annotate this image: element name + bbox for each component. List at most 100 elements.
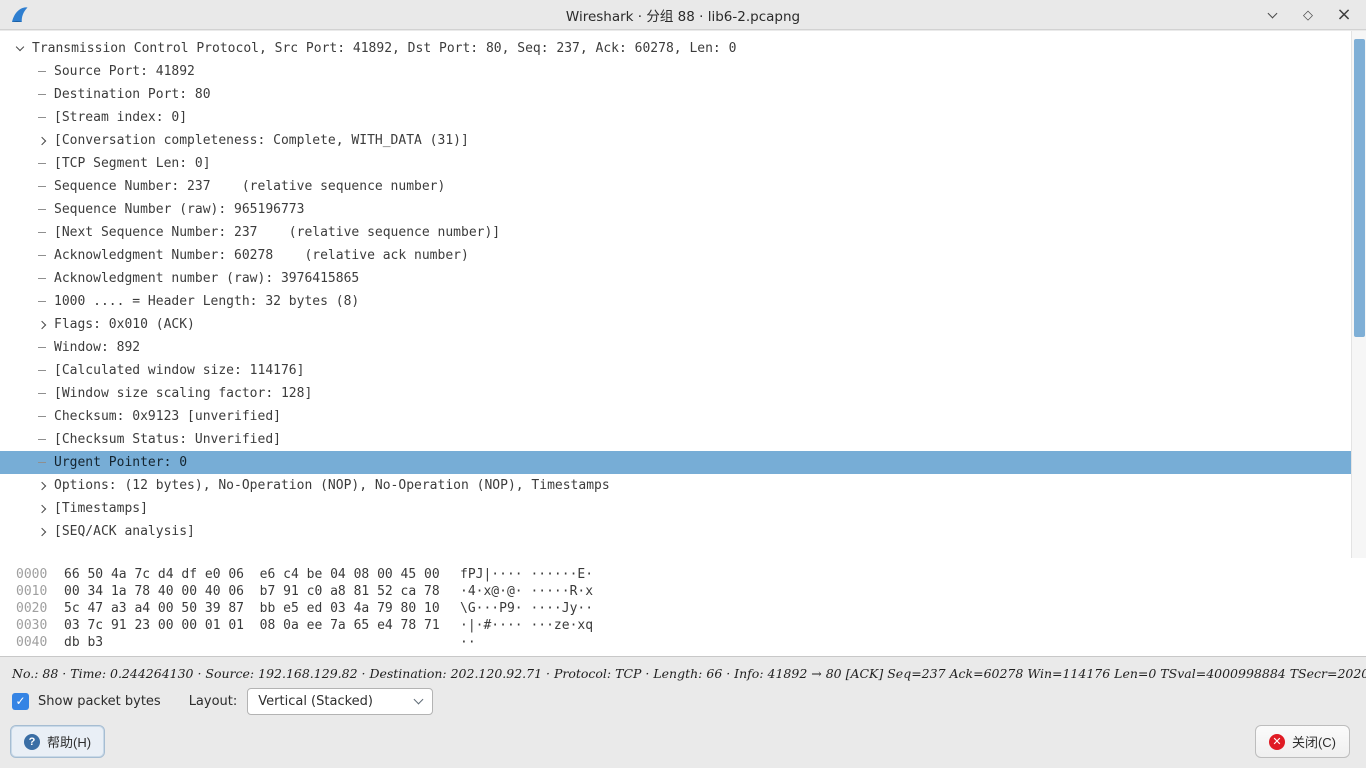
tree-item-label: [Conversation completeness: Complete, WI…	[54, 133, 469, 148]
hex-offset: 0000	[16, 566, 64, 583]
hex-row[interactable]: 003003 7c 91 23 00 00 01 01 08 0a ee 7a …	[0, 617, 1366, 634]
tree-row[interactable]: Destination Port: 80	[0, 83, 1351, 106]
hex-ascii[interactable]: ·4·x@·@· ·····R·x	[460, 583, 593, 600]
tree-branch-tick	[32, 301, 52, 302]
hex-ascii[interactable]: \G···P9· ····Jy··	[460, 600, 593, 617]
tree-row[interactable]: Sequence Number (raw): 965196773	[0, 198, 1351, 221]
tree-row[interactable]: Urgent Pointer: 0	[0, 451, 1351, 474]
maximize-button[interactable]: ◇	[1300, 7, 1316, 23]
close-icon: ×	[1336, 6, 1351, 24]
tree-branch-tick	[32, 370, 52, 371]
tree-item-label: 1000 .... = Header Length: 32 bytes (8)	[54, 294, 359, 309]
packet-bytes-pane: 000066 50 4a 7c d4 df e0 06 e6 c4 be 04 …	[0, 558, 1366, 657]
tree-row[interactable]: 1000 .... = Header Length: 32 bytes (8)	[0, 290, 1351, 313]
hex-bytes[interactable]: 03 7c 91 23 00 00 01 01 08 0a ee 7a 65 e…	[64, 617, 460, 634]
tree-item-label: [Timestamps]	[54, 501, 148, 516]
tree-branch-tick	[32, 186, 52, 187]
footer-controls: ✓ Show packet bytes Layout: Vertical (St…	[12, 687, 1354, 715]
scrollbar-thumb[interactable]	[1354, 39, 1365, 337]
tree-row[interactable]: Flags: 0x010 (ACK)	[0, 313, 1351, 336]
tree-row[interactable]: [SEQ/ACK analysis]	[0, 520, 1351, 543]
hex-bytes[interactable]: 66 50 4a 7c d4 df e0 06 e6 c4 be 04 08 0…	[64, 566, 460, 583]
hex-ascii[interactable]: fPJ|···· ······E·	[460, 566, 593, 583]
tree-branch-tick	[32, 347, 52, 348]
minimize-button[interactable]	[1264, 7, 1280, 23]
maximize-icon: ◇	[1303, 9, 1313, 22]
tree-item-label: [Stream index: 0]	[54, 110, 187, 125]
tree-row[interactable]: [Next Sequence Number: 237 (relative seq…	[0, 221, 1351, 244]
show-packet-bytes-checkbox[interactable]: ✓	[12, 693, 29, 710]
tree-row[interactable]: [Calculated window size: 114176]	[0, 359, 1351, 382]
tree-item-label: Sequence Number: 237 (relative sequence …	[54, 179, 445, 194]
tree-row[interactable]: [TCP Segment Len: 0]	[0, 152, 1351, 175]
chevron-right-icon[interactable]	[32, 483, 52, 489]
hex-dump: 000066 50 4a 7c d4 df e0 06 e6 c4 be 04 …	[0, 566, 1366, 651]
hex-row[interactable]: 00205c 47 a3 a4 00 50 39 87 bb e5 ed 03 …	[0, 600, 1366, 617]
tree-row[interactable]: [Window size scaling factor: 128]	[0, 382, 1351, 405]
close-button-label: 关闭(C)	[1292, 732, 1336, 751]
tree-row[interactable]: Sequence Number: 237 (relative sequence …	[0, 175, 1351, 198]
chevron-right-icon[interactable]	[32, 506, 52, 512]
help-button[interactable]: ? 帮助(H)	[10, 725, 105, 758]
layout-select-value: Vertical (Stacked)	[258, 694, 415, 709]
window-title: Wireshark · 分组 88 · lib6-2.pcapng	[566, 5, 800, 25]
window-controls: ◇ ×	[1264, 0, 1352, 30]
tree-item-label: Source Port: 41892	[54, 64, 195, 79]
tree-row[interactable]: Acknowledgment number (raw): 3976415865	[0, 267, 1351, 290]
tree-item-label: [TCP Segment Len: 0]	[54, 156, 211, 171]
chevron-down-icon[interactable]	[10, 47, 30, 50]
tree-branch-tick	[32, 71, 52, 72]
tree-row[interactable]: Transmission Control Protocol, Src Port:…	[0, 37, 1351, 60]
hex-bytes[interactable]: 5c 47 a3 a4 00 50 39 87 bb e5 ed 03 4a 7…	[64, 600, 460, 617]
tree-row[interactable]: Acknowledgment Number: 60278 (relative a…	[0, 244, 1351, 267]
tree-branch-tick	[32, 393, 52, 394]
close-circle-icon: ✕	[1269, 734, 1285, 750]
titlebar: Wireshark · 分组 88 · lib6-2.pcapng ◇ ×	[0, 0, 1366, 30]
hex-ascii[interactable]: ··	[460, 634, 476, 651]
tree-row[interactable]: Checksum: 0x9123 [unverified]	[0, 405, 1351, 428]
tree-item-label: Acknowledgment number (raw): 3976415865	[54, 271, 359, 286]
tree-branch-tick	[32, 416, 52, 417]
hex-bytes[interactable]: db b3	[64, 634, 460, 651]
tree-branch-tick	[32, 209, 52, 210]
tree-row[interactable]: [Timestamps]	[0, 497, 1351, 520]
tree-branch-tick	[32, 117, 52, 118]
protocol-tree: Transmission Control Protocol, Src Port:…	[0, 37, 1351, 543]
show-packet-bytes-label: Show packet bytes	[38, 694, 161, 709]
chevron-down-icon	[1267, 9, 1277, 19]
tree-item-label: Destination Port: 80	[54, 87, 211, 102]
tree-branch-tick	[32, 278, 52, 279]
packet-detail-pane: Transmission Control Protocol, Src Port:…	[0, 31, 1366, 558]
tree-item-label: Transmission Control Protocol, Src Port:…	[32, 41, 736, 56]
hex-offset: 0020	[16, 600, 64, 617]
hex-row[interactable]: 0040db b3··	[0, 634, 1366, 651]
scrollbar[interactable]	[1351, 31, 1366, 558]
help-button-label: 帮助(H)	[47, 732, 91, 751]
close-window-button[interactable]: ×	[1336, 7, 1352, 23]
tree-row[interactable]: [Checksum Status: Unverified]	[0, 428, 1351, 451]
checkmark-icon: ✓	[15, 694, 25, 708]
tree-row[interactable]: Source Port: 41892	[0, 60, 1351, 83]
tree-branch-tick	[32, 439, 52, 440]
layout-select[interactable]: Vertical (Stacked)	[247, 688, 433, 715]
hex-offset: 0030	[16, 617, 64, 634]
hex-row[interactable]: 000066 50 4a 7c d4 df e0 06 e6 c4 be 04 …	[0, 566, 1366, 583]
chevron-right-icon[interactable]	[32, 322, 52, 328]
close-dialog-button[interactable]: ✕ 关闭(C)	[1255, 725, 1350, 758]
packet-summary: No.: 88 · Time: 0.244264130 · Source: 19…	[12, 666, 1366, 681]
chevron-right-icon[interactable]	[32, 138, 52, 144]
tree-item-label: Flags: 0x010 (ACK)	[54, 317, 195, 332]
tree-item-label: Acknowledgment Number: 60278 (relative a…	[54, 248, 469, 263]
tree-row[interactable]: [Stream index: 0]	[0, 106, 1351, 129]
tree-row[interactable]: [Conversation completeness: Complete, WI…	[0, 129, 1351, 152]
chevron-right-icon[interactable]	[32, 529, 52, 535]
packet-summary-row: No.: 88 · Time: 0.244264130 · Source: 19…	[0, 658, 1366, 683]
tree-row[interactable]: Options: (12 bytes), No-Operation (NOP),…	[0, 474, 1351, 497]
tree-item-label: [Window size scaling factor: 128]	[54, 386, 312, 401]
help-icon: ?	[24, 734, 40, 750]
hex-row[interactable]: 001000 34 1a 78 40 00 40 06 b7 91 c0 a8 …	[0, 583, 1366, 600]
hex-ascii[interactable]: ·|·#···· ···ze·xq	[460, 617, 593, 634]
hex-bytes[interactable]: 00 34 1a 78 40 00 40 06 b7 91 c0 a8 81 5…	[64, 583, 460, 600]
tree-row[interactable]: Window: 892	[0, 336, 1351, 359]
tree-item-label: Window: 892	[54, 340, 140, 355]
